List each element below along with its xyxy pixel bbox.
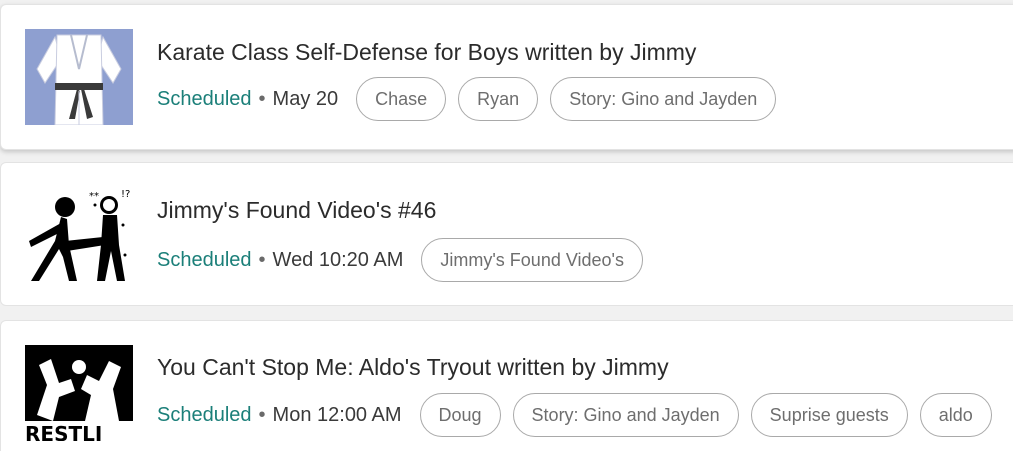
tag-chip[interactable]: Suprise guests xyxy=(750,393,908,437)
status-label: Scheduled xyxy=(157,87,252,110)
scheduled-date: Wed 10:20 AM xyxy=(272,248,404,271)
scheduled-date: Mon 12:00 AM xyxy=(272,403,402,426)
post-meta: Scheduled • Wed 10:20 AM Jimmy's Found V… xyxy=(157,238,655,282)
tag-chip[interactable]: aldo xyxy=(919,393,992,437)
status-label: Scheduled xyxy=(157,403,252,426)
svg-text:**: ** xyxy=(89,191,99,202)
post-meta: Scheduled • May 20 Chase Ryan Story: Gin… xyxy=(157,77,788,121)
post-title[interactable]: Karate Class Self-Defense for Boys writt… xyxy=(157,39,696,66)
tag-chip[interactable]: Jimmy's Found Video's xyxy=(421,238,643,282)
post-title[interactable]: Jimmy's Found Video's #46 xyxy=(157,197,436,224)
separator-dot: • xyxy=(258,87,266,110)
scheduled-post-card[interactable]: RESTLI You Can't Stop Me: Aldo's Tryout … xyxy=(0,320,1013,451)
karate-gi-icon xyxy=(25,29,133,125)
thumb-lettering: RESTLI xyxy=(25,422,102,441)
tag-chip[interactable]: Ryan xyxy=(458,77,539,121)
scheduled-post-card[interactable]: Karate Class Self-Defense for Boys writt… xyxy=(0,4,1013,150)
post-thumbnail[interactable]: RESTLI xyxy=(25,345,133,441)
post-title[interactable]: You Can't Stop Me: Aldo's Tryout written… xyxy=(157,354,669,381)
status-label: Scheduled xyxy=(157,248,252,271)
separator-dot: • xyxy=(258,248,266,271)
scheduled-posts-list: Karate Class Self-Defense for Boys writt… xyxy=(0,0,1013,451)
post-meta: Scheduled • Mon 12:00 AM Doug Story: Gin… xyxy=(157,393,1004,437)
svg-text:!?: !? xyxy=(121,189,130,200)
kick-fight-icon: ** !? xyxy=(25,185,133,281)
post-thumbnail[interactable]: ** !? xyxy=(25,185,133,281)
tag-chip[interactable]: Story: Gino and Jayden xyxy=(550,77,777,121)
wrestling-icon: RESTLI xyxy=(25,345,133,441)
tag-chip[interactable]: Story: Gino and Jayden xyxy=(512,393,739,437)
scheduled-post-card[interactable]: ** !? Jimmy's Found Video's #46 Schedule… xyxy=(0,162,1013,306)
post-thumbnail[interactable] xyxy=(25,29,133,125)
tag-chip[interactable]: Chase xyxy=(356,77,447,121)
separator-dot: • xyxy=(258,403,266,426)
tag-chip[interactable]: Doug xyxy=(419,393,501,437)
scheduled-date: May 20 xyxy=(272,87,339,110)
